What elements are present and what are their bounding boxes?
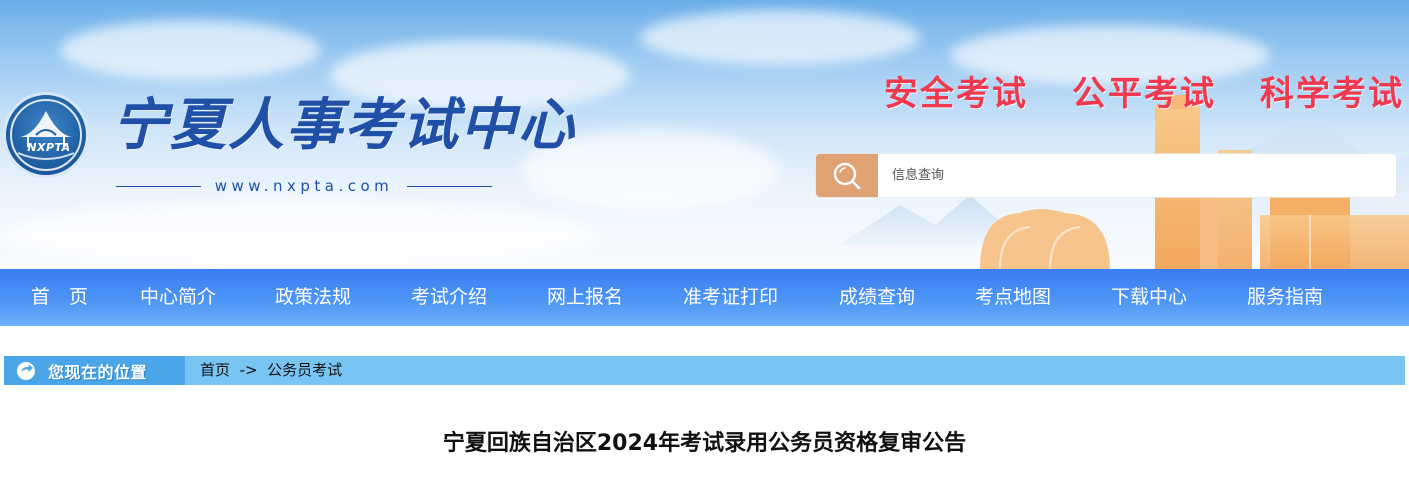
nav-item-admission-ticket[interactable]: 准考证打印 <box>683 269 778 326</box>
slogans: 安全考试 公平考试 科学考试 <box>884 66 1404 115</box>
location-tag: 您现在的位置 <box>4 356 185 385</box>
search-icon <box>833 162 861 189</box>
site-name[interactable]: 宁夏人事考试中心 <box>112 90 576 160</box>
nav-item-service-guide[interactable]: 服务指南 <box>1247 269 1323 326</box>
article-title: 宁夏回族自治区2024年考试录用公务员资格复审公告 <box>442 431 967 456</box>
breadcrumb: 您现在的位置 首页 -> 公务员考试 <box>4 356 1405 385</box>
nav-item-exam-intro[interactable]: 考试介绍 <box>411 269 487 326</box>
breadcrumb-separator-text: -> <box>239 361 258 379</box>
search-box <box>816 154 1396 197</box>
cloud-decoration <box>640 10 920 65</box>
logo-abbreviation: NXPTA <box>27 141 71 154</box>
nav-item-score-query[interactable]: 成绩查询 <box>839 269 915 326</box>
breadcrumb-home-link[interactable]: 首页 <box>200 361 230 379</box>
breadcrumb-current[interactable]: 公务员考试 <box>267 361 342 379</box>
divider-line <box>407 185 493 187</box>
nav-item-venue-map[interactable]: 考点地图 <box>975 269 1051 326</box>
search-input[interactable] <box>878 154 1388 197</box>
nav-item-online-registration[interactable]: 网上报名 <box>547 269 623 326</box>
slogan-scientific: 科学考试 <box>1260 74 1404 114</box>
nav-item-downloads[interactable]: 下载中心 <box>1111 269 1187 326</box>
cloud-decoration <box>60 20 320 80</box>
location-arrow-icon <box>17 361 35 380</box>
nav-item-home[interactable]: 首 页 <box>31 269 88 326</box>
site-url: www.nxpta.com <box>214 177 394 195</box>
main-nav: 首 页 中心简介 政策法规 考试介绍 网上报名 准考证打印 成绩查询 考点地图 … <box>0 269 1409 326</box>
site-url-row: www.nxpta.com <box>116 176 493 196</box>
nav-item-policies[interactable]: 政策法规 <box>275 269 351 326</box>
search-button[interactable] <box>816 154 878 197</box>
slogan-fair: 公平考试 <box>1072 74 1216 114</box>
breadcrumb-separator: -> <box>235 361 263 379</box>
slogan-safe: 安全考试 <box>884 74 1028 114</box>
header-banner: NXPTA 宁夏人事考试中心 www.nxpta.com 安全考试 公平考试 科… <box>0 0 1409 269</box>
logo-emblem-icon <box>10 99 82 171</box>
breadcrumb-path: 首页 -> 公务员考试 <box>200 356 342 385</box>
divider-line <box>116 185 201 187</box>
nav-item-about[interactable]: 中心简介 <box>140 269 216 326</box>
nxpta-logo[interactable]: NXPTA <box>3 92 89 178</box>
cloud-decoration <box>0 200 600 269</box>
location-tag-label: 您现在的位置 <box>48 362 148 382</box>
